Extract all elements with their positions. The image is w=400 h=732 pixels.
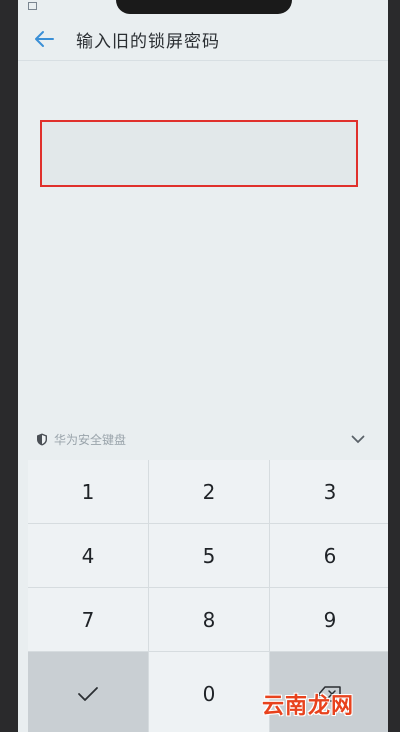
password-input[interactable] [40,120,358,187]
key-4[interactable]: 4 [28,524,148,587]
back-button[interactable] [24,18,64,60]
key-0[interactable]: 0 [149,652,269,732]
keyboard-brand: 华为安全键盘 [36,431,126,448]
key-5[interactable]: 5 [149,524,269,587]
key-2[interactable]: 2 [149,460,269,523]
key-1[interactable]: 1 [28,460,148,523]
site-watermark: 云南龙网 [262,694,355,719]
notification-icon [28,2,37,10]
header: 输入旧的锁屏密码 [18,18,388,61]
key-6[interactable]: 6 [270,524,388,587]
key-7[interactable]: 7 [28,588,148,651]
keyboard-brand-label: 华为安全键盘 [54,432,127,447]
shield-icon [37,433,47,445]
status-bar [28,0,37,12]
key-3[interactable]: 3 [270,460,388,523]
key-9[interactable]: 9 [270,588,388,651]
chevron-down-icon [351,435,365,443]
checkmark-icon [78,686,98,701]
keyboard-bar: 华为安全键盘 [18,424,388,454]
page-title: 输入旧的锁屏密码 [76,31,220,52]
confirm-key[interactable] [28,652,148,732]
key-8[interactable]: 8 [149,588,269,651]
phone-screen: 输入旧的锁屏密码 华为安全键盘 1 2 3 4 5 6 7 8 9 0 [18,0,388,732]
camera-notch [116,0,292,14]
arrow-left-icon [35,31,54,47]
collapse-keyboard-button[interactable] [348,429,368,449]
